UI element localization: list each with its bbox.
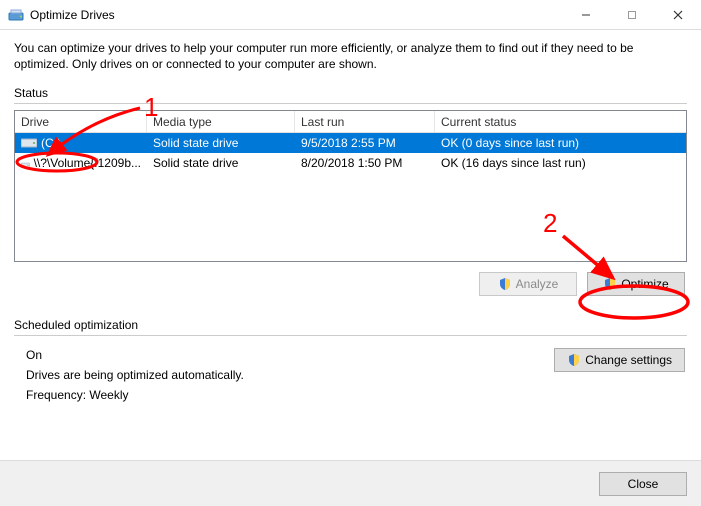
titlebar: Optimize Drives (0, 0, 701, 30)
header-drive[interactable]: Drive (15, 111, 147, 132)
change-settings-label: Change settings (585, 353, 672, 367)
header-media-type[interactable]: Media type (147, 111, 295, 132)
close-window-button[interactable] (655, 0, 701, 29)
window-controls (563, 0, 701, 29)
table-header-row: Drive Media type Last run Current status (15, 111, 686, 133)
status-label: Status (14, 86, 687, 100)
cell-drive: (C:) (41, 136, 61, 150)
minimize-button[interactable] (563, 0, 609, 29)
divider (14, 103, 687, 104)
drive-icon (21, 157, 30, 169)
header-last-run[interactable]: Last run (295, 111, 435, 132)
footer: Close (0, 460, 701, 506)
divider (14, 335, 687, 336)
table-row[interactable]: \\?\Volume{f1209b... Solid state drive 8… (15, 153, 686, 173)
annotation-number-2: 2 (543, 208, 557, 239)
annotation-number-1: 1 (144, 92, 158, 123)
scheduled-section: Scheduled optimization On Drives are bei… (14, 318, 687, 408)
change-settings-button[interactable]: Change settings (554, 348, 685, 372)
shield-icon (603, 277, 617, 291)
shield-icon (498, 277, 512, 291)
scheduled-label: Scheduled optimization (14, 318, 687, 332)
scheduled-frequency: Frequency: Weekly (26, 388, 244, 402)
window-title: Optimize Drives (30, 8, 563, 22)
cell-last-run: 8/20/2018 1:50 PM (295, 156, 435, 170)
cell-drive: \\?\Volume{f1209b... (34, 156, 141, 170)
cell-last-run: 9/5/2018 2:55 PM (295, 136, 435, 150)
cell-status: OK (16 days since last run) (435, 156, 686, 170)
optimize-button[interactable]: Optimize (587, 272, 685, 296)
analyze-label: Analyze (516, 277, 559, 291)
close-label: Close (628, 477, 659, 491)
cell-status: OK (0 days since last run) (435, 136, 686, 150)
action-button-row: Analyze Optimize (14, 272, 685, 296)
drives-table: Drive Media type Last run Current status… (14, 110, 687, 262)
scheduled-state: On (26, 348, 244, 362)
drive-icon (21, 137, 37, 149)
analyze-button: Analyze (479, 272, 577, 296)
close-button[interactable]: Close (599, 472, 687, 496)
shield-icon (567, 353, 581, 367)
intro-text: You can optimize your drives to help you… (14, 40, 687, 72)
table-row[interactable]: (C:) Solid state drive 9/5/2018 2:55 PM … (15, 133, 686, 153)
cell-media-type: Solid state drive (147, 156, 295, 170)
maximize-button[interactable] (609, 0, 655, 29)
scheduled-desc: Drives are being optimized automatically… (26, 368, 244, 382)
cell-media-type: Solid state drive (147, 136, 295, 150)
header-current-status[interactable]: Current status (435, 111, 686, 132)
optimize-label: Optimize (621, 277, 668, 291)
app-icon (8, 7, 24, 23)
